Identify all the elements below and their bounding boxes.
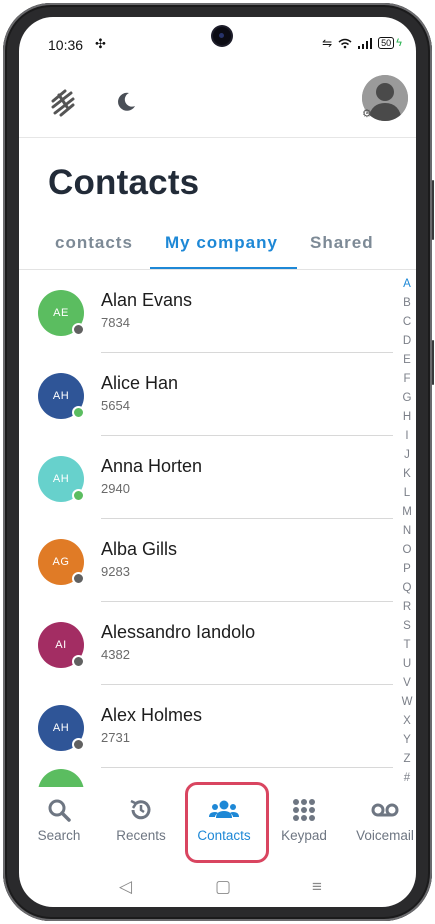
alpha-letter[interactable]: D	[399, 332, 415, 351]
alpha-letter[interactable]: #	[399, 769, 415, 788]
divider	[101, 767, 393, 768]
contact-name: Alessandro Iandolo	[101, 622, 256, 642]
tab-contacts[interactable]: contacts	[55, 233, 133, 253]
contact-extension: 7834	[101, 315, 130, 330]
status-icons: ⇋ 50 ϟ	[322, 36, 402, 50]
alpha-letter[interactable]: P	[399, 560, 415, 579]
presence-status-dot	[72, 406, 85, 419]
alpha-letter[interactable]: Y	[399, 731, 415, 750]
search-icon	[19, 795, 99, 825]
charging-icon: ϟ	[396, 37, 402, 49]
alpha-letter[interactable]: U	[399, 655, 415, 674]
volume-button	[432, 180, 434, 240]
keypad-icon	[264, 795, 344, 825]
presence-status-dot	[72, 323, 85, 336]
phone-screen: 10:36 ✣ ⇋ 50 ϟ ⚙ Contacts contacts My co…	[19, 17, 416, 907]
presence-status-dot	[72, 489, 85, 502]
status-time: 10:36	[48, 37, 84, 53]
history-icon	[101, 795, 181, 825]
alpha-letter[interactable]: T	[399, 636, 415, 655]
alpha-letter[interactable]: N	[399, 522, 415, 541]
wifi-icon	[338, 38, 352, 48]
system-nav-bar: ◁ ▢ ≡	[19, 867, 416, 907]
alpha-letter[interactable]: W	[399, 693, 415, 712]
nav-label: Voicemail	[356, 828, 414, 843]
contact-name: Anna Horten	[101, 456, 203, 476]
alpha-letter[interactable]: M	[399, 503, 415, 522]
tab-shared[interactable]: Shared	[310, 233, 374, 253]
list-item[interactable]: AH Alex Holmes 2731	[19, 685, 393, 768]
alpha-letter[interactable]: J	[399, 446, 415, 465]
alpha-letter[interactable]: O	[399, 541, 415, 560]
alpha-letter[interactable]: V	[399, 674, 415, 693]
alpha-letter[interactable]: S	[399, 617, 415, 636]
nav-search[interactable]: Search	[19, 795, 99, 843]
status-bar: 10:36 ✣ ⇋ 50 ϟ	[19, 17, 416, 71]
contact-name: Alice Han	[101, 373, 179, 393]
top-bar: ⚙	[19, 71, 416, 138]
contact-extension: 4382	[101, 647, 130, 662]
alpha-letter[interactable]: B	[399, 294, 415, 313]
presence-status-dot	[72, 572, 85, 585]
front-camera	[213, 27, 231, 45]
dark-mode-icon[interactable]	[115, 91, 137, 113]
alpha-letter[interactable]: F	[399, 370, 415, 389]
alpha-letter[interactable]: I	[399, 427, 415, 446]
alpha-letter[interactable]: R	[399, 598, 415, 617]
contact-tabs: contacts My company Shared	[19, 229, 416, 270]
contact-name: Alex Holmes	[101, 705, 203, 725]
app-logo-icon[interactable]	[47, 87, 79, 119]
page-title: Contacts	[48, 163, 200, 202]
recent-apps-icon[interactable]: ≡	[312, 877, 322, 897]
nav-recents[interactable]: Recents	[101, 795, 181, 843]
active-tab-indicator	[150, 267, 297, 269]
tab-my-company[interactable]: My company	[165, 233, 278, 253]
alpha-letter[interactable]: L	[399, 484, 415, 503]
alpha-letter[interactable]: E	[399, 351, 415, 370]
alpha-letter[interactable]: H	[399, 408, 415, 427]
battery-indicator: 50	[378, 37, 395, 49]
contact-name: Alba Gills	[101, 539, 178, 559]
settings-gear-icon[interactable]: ⚙	[362, 107, 372, 120]
list-item[interactable]: AH Alice Han 5654	[19, 353, 393, 436]
alpha-letter[interactable]: K	[399, 465, 415, 484]
nav-label: Keypad	[281, 828, 327, 843]
highlight-box	[185, 782, 269, 863]
contact-extension: 2731	[101, 730, 130, 745]
contact-name: Alan Evans	[101, 290, 193, 310]
alpha-letter[interactable]: Z	[399, 750, 415, 769]
alpha-letter[interactable]: C	[399, 313, 415, 332]
list-item[interactable]: AE Alan Evans 7834	[19, 270, 393, 353]
nav-label: Recents	[116, 828, 166, 843]
vibrate-icon: ⇋	[322, 36, 333, 50]
nav-label: Search	[37, 828, 81, 843]
presence-status-dot	[72, 738, 85, 751]
signal-icon	[358, 37, 373, 49]
alpha-letter[interactable]: A	[399, 275, 415, 294]
contact-extension: 9283	[101, 564, 130, 579]
nav-voicemail[interactable]: Voicemail	[345, 795, 416, 843]
pinwheel-icon: ✣	[95, 36, 106, 51]
presence-status-dot	[72, 655, 85, 668]
power-button	[432, 340, 434, 385]
alpha-letter[interactable]: X	[399, 712, 415, 731]
alphabet-index: A B C D E F G H I J K L M N O P Q R S T …	[399, 275, 415, 788]
contact-extension: 2940	[101, 481, 130, 496]
list-item[interactable]: AH Anna Horten 2940	[19, 436, 393, 519]
contact-extension: 5654	[101, 398, 130, 413]
nav-keypad[interactable]: Keypad	[264, 795, 344, 843]
home-icon[interactable]: ▢	[215, 877, 231, 897]
back-icon[interactable]: ◁	[119, 877, 132, 897]
voicemail-icon	[345, 795, 416, 825]
list-item[interactable]: AG Alba Gills 9283	[19, 519, 393, 602]
list-item[interactable]: AI Alessandro Iandolo 4382	[19, 602, 393, 685]
alpha-letter[interactable]: Q	[399, 579, 415, 598]
alpha-letter[interactable]: G	[399, 389, 415, 408]
